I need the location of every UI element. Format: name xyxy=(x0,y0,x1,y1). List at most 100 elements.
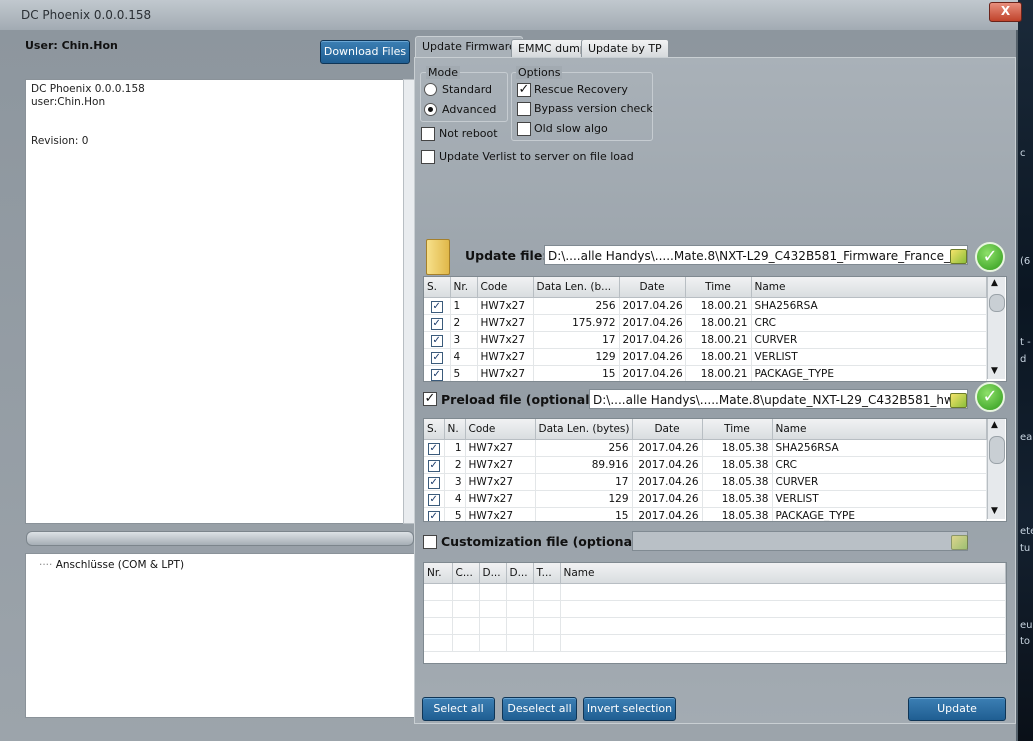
options-group-title: Options xyxy=(516,66,563,79)
preload-file-checkbox[interactable]: ✓ xyxy=(423,392,437,406)
customization-file-table[interactable]: Nr. C... D... D... T... Name xyxy=(423,562,1007,664)
scroll-down-icon[interactable]: ▼ xyxy=(991,366,998,376)
preload-file-table[interactable]: S. N. Code Data Len. (bytes) Date Time N… xyxy=(423,418,1007,522)
cell: 1 xyxy=(444,439,466,457)
cell: HW7x27 xyxy=(465,473,536,491)
update-file-path[interactable]: D:\....alle Handys\.....Mate.8\NXT-L29_C… xyxy=(544,245,968,265)
col-header[interactable]: Data Len. (bytes) xyxy=(535,419,633,440)
tab-update-firmware[interactable]: Update Firmware xyxy=(415,36,523,59)
scroll-thumb[interactable] xyxy=(989,436,1005,464)
row-checkbox[interactable]: ✓ xyxy=(430,368,443,381)
col-header[interactable]: D... xyxy=(506,563,534,584)
radio-standard[interactable] xyxy=(424,83,437,96)
row-checkbox[interactable]: ✓ xyxy=(427,442,440,455)
row-checkbox[interactable]: ✓ xyxy=(427,510,440,521)
cell: 2017.04.26 xyxy=(619,314,686,332)
col-header[interactable]: Name xyxy=(772,419,987,440)
desktop-text: d xyxy=(1020,354,1027,365)
preload-table-scrollbar[interactable]: ▲ ▼ xyxy=(987,419,1005,519)
row-checkbox[interactable]: ✓ xyxy=(427,459,440,472)
title-bar[interactable] xyxy=(0,0,1018,30)
table-row[interactable]: ✓ 2 HW7x27 89.916 2017.04.26 18.05.38 CRC xyxy=(424,456,987,474)
table-row[interactable]: ✓ 5 HW7x27 15 2017.04.26 18.00.21 PACKAGE_TYPE xyxy=(424,365,987,381)
table-row[interactable]: ✓ 4 HW7x27 129 2017.04.26 18.05.38 VERLIST xyxy=(424,490,987,508)
folder-icon[interactable] xyxy=(426,239,450,275)
scroll-up-icon[interactable]: ▲ xyxy=(991,278,998,288)
table-row[interactable]: ✓ 3 HW7x27 17 2017.04.26 18.05.38 CURVER xyxy=(424,473,987,491)
table-row[interactable]: ✓ 3 HW7x27 17 2017.04.26 18.00.21 CURVER xyxy=(424,331,987,349)
col-header[interactable]: Code xyxy=(465,419,536,440)
browse-icon[interactable] xyxy=(950,393,967,408)
mode-group-title: Mode xyxy=(426,66,460,79)
deselect-all-button[interactable]: Deselect all xyxy=(502,697,577,721)
row-checkbox[interactable]: ✓ xyxy=(430,351,443,364)
customization-file-path[interactable] xyxy=(632,531,968,551)
rescue-recovery-checkbox[interactable]: ✓ xyxy=(517,83,531,97)
scroll-thumb[interactable] xyxy=(989,294,1005,312)
preload-file-label: Preload file (optional): xyxy=(441,392,601,407)
col-header[interactable]: Date xyxy=(619,277,686,298)
old-slow-algo-checkbox[interactable] xyxy=(517,122,531,136)
table-row[interactable]: ✓ 1 HW7x27 256 2017.04.26 18.00.21 SHA256RSA xyxy=(424,297,987,315)
cell: CURVER xyxy=(751,331,987,349)
scroll-up-icon[interactable]: ▲ xyxy=(991,420,998,430)
customization-file-label: Customization file (optional): xyxy=(441,534,647,549)
row-checkbox[interactable]: ✓ xyxy=(430,317,443,330)
table-row xyxy=(424,617,1006,635)
device-tree[interactable]: ···· Anschlüsse (COM & LPT) xyxy=(25,553,416,718)
cell: 15 xyxy=(535,507,633,521)
row-checkbox[interactable]: ✓ xyxy=(427,493,440,506)
log-output[interactable]: DC Phoenix 0.0.0.158 user:Chin.Hon Revis… xyxy=(25,79,404,524)
col-header[interactable]: Nr. xyxy=(424,563,453,584)
table-row[interactable]: ✓ 2 HW7x27 175.972 2017.04.26 18.00.21 CRC xyxy=(424,314,987,332)
scroll-down-icon[interactable]: ▼ xyxy=(991,506,998,516)
col-header[interactable]: N. xyxy=(444,419,466,440)
cell: 2 xyxy=(444,456,466,474)
update-button[interactable]: Update xyxy=(908,697,1006,721)
cell: PACKAGE_TYPE xyxy=(772,507,987,521)
col-header[interactable]: D... xyxy=(479,563,507,584)
tree-node-ports[interactable]: ···· Anschlüsse (COM & LPT) xyxy=(39,559,184,571)
col-header[interactable]: C... xyxy=(452,563,480,584)
col-header[interactable]: S. xyxy=(424,419,445,440)
bypass-version-checkbox[interactable] xyxy=(517,102,531,116)
browse-icon[interactable] xyxy=(950,249,967,264)
col-header[interactable]: Name xyxy=(560,563,1006,584)
table-row[interactable]: ✓ 1 HW7x27 256 2017.04.26 18.05.38 SHA256RSA xyxy=(424,439,987,457)
check-ok-icon: ✓ xyxy=(975,242,1005,272)
preload-file-path[interactable]: D:\....alle Handys\.....Mate.8\update_NX… xyxy=(589,389,968,409)
update-table-scrollbar[interactable]: ▲ ▼ xyxy=(987,277,1005,379)
customization-file-checkbox[interactable] xyxy=(423,535,437,549)
cell: 4 xyxy=(444,490,466,508)
tab-update-by-tp[interactable]: Update by TP xyxy=(581,39,669,58)
table-row[interactable]: ✓ 5 HW7x27 15 2017.04.26 18.05.38 PACKAGE_TYPE xyxy=(424,507,987,521)
update-verlist-checkbox[interactable] xyxy=(421,150,435,164)
cell: 2017.04.26 xyxy=(619,365,686,381)
cell: 18.05.38 xyxy=(702,507,773,521)
radio-advanced[interactable] xyxy=(424,103,437,116)
update-file-label: Update file: xyxy=(465,248,548,263)
not-reboot-checkbox[interactable] xyxy=(421,127,435,141)
cell: 4 xyxy=(450,348,478,366)
col-header[interactable]: Nr. xyxy=(450,277,478,298)
col-header[interactable]: S. xyxy=(424,277,451,298)
col-header[interactable]: Date xyxy=(632,419,703,440)
select-all-button[interactable]: Select all xyxy=(422,697,495,721)
row-checkbox[interactable]: ✓ xyxy=(430,300,443,313)
row-checkbox[interactable]: ✓ xyxy=(430,334,443,347)
browse-icon[interactable] xyxy=(951,535,968,550)
col-header[interactable]: Code xyxy=(477,277,534,298)
col-header[interactable]: Time xyxy=(685,277,752,298)
col-header[interactable]: T... xyxy=(533,563,561,584)
cell: HW7x27 xyxy=(465,507,536,521)
cell: HW7x27 xyxy=(477,297,534,315)
close-button[interactable]: X xyxy=(989,2,1022,22)
update-file-table[interactable]: S. Nr. Code Data Len. (b... Date Time Na… xyxy=(423,276,1007,382)
col-header[interactable]: Name xyxy=(751,277,987,298)
col-header[interactable]: Time xyxy=(702,419,773,440)
row-checkbox[interactable]: ✓ xyxy=(427,476,440,489)
col-header[interactable]: Data Len. (b... xyxy=(533,277,620,298)
invert-selection-button[interactable]: Invert selection xyxy=(583,697,676,721)
table-row[interactable]: ✓ 4 HW7x27 129 2017.04.26 18.00.21 VERLIST xyxy=(424,348,987,366)
download-files-button[interactable]: Download Files xyxy=(320,40,410,64)
